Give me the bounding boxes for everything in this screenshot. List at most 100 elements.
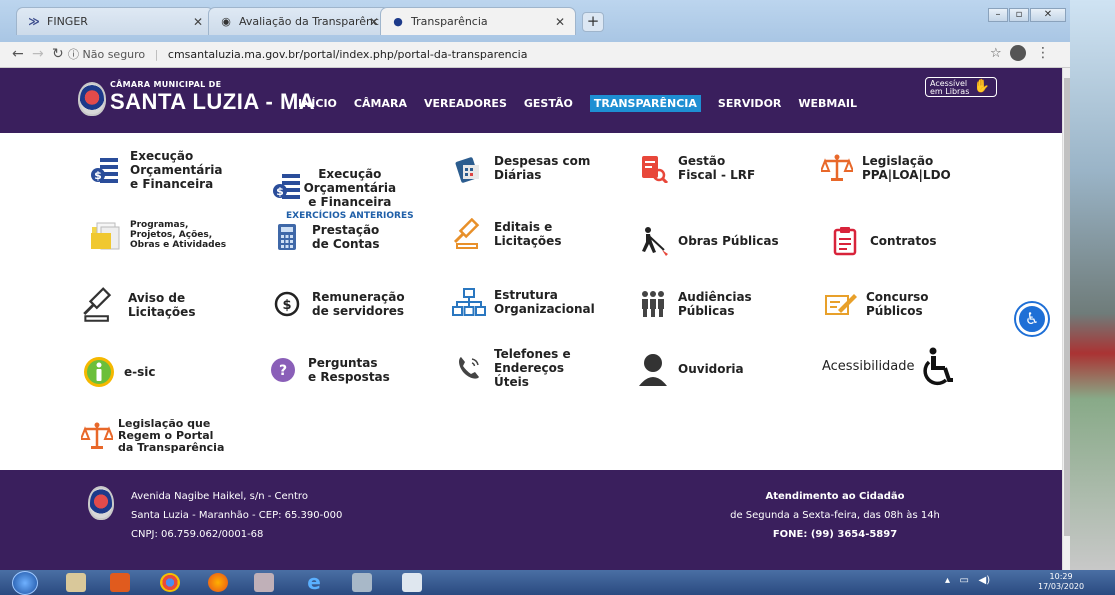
accessibility-widget-button[interactable]: ♿: [1016, 303, 1048, 335]
link-execucao-orcamentaria[interactable]: $ Execução Orçamentária e Financeira: [88, 149, 222, 191]
tab-label: Avaliação da Transparência dos: [239, 15, 379, 28]
link-acessibilidade[interactable]: Acessibilidade: [822, 347, 965, 387]
link-perguntas-respostas[interactable]: ? Perguntas e Respostas: [266, 353, 390, 387]
reload-icon[interactable]: ↻: [52, 46, 64, 62]
footer-address: Avenida Nagibe Haikel, s/n - Centro Sant…: [131, 487, 342, 544]
finger-favicon-icon: ≫: [28, 15, 40, 28]
item-line: Organizacional: [494, 302, 595, 316]
nav-camara[interactable]: CÂMARA: [354, 97, 407, 112]
link-execucao-anteriores[interactable]: $ Execução Orçamentária e Financeira EXE…: [270, 149, 414, 223]
gavel-outline-icon: [80, 285, 120, 325]
city-crest-logo[interactable]: [78, 82, 106, 116]
scales-icon: [820, 151, 854, 185]
link-contratos[interactable]: Contratos: [828, 224, 936, 258]
clock-time: 10:29: [1049, 572, 1073, 581]
menu-icon[interactable]: ⋮: [1036, 45, 1050, 61]
link-programas-projetos[interactable]: Programas, Projetos, Ações, Obras e Ativid…: [88, 218, 226, 252]
site-footer: Avenida Nagibe Haikel, s/n - Centro Sant…: [0, 470, 1062, 570]
file-explorer-icon[interactable]: [66, 573, 86, 592]
contact-title: Atendimento ao Cidadão: [765, 491, 905, 502]
account-icon[interactable]: [1010, 45, 1026, 61]
transparency-grid: $ Execução Orçamentária e Financeira $ Exe…: [0, 133, 1062, 470]
close-tab-icon[interactable]: ✕: [369, 15, 379, 29]
link-ouvidoria[interactable]: Ouvidoria: [636, 352, 744, 386]
document-pencil-icon: [824, 287, 858, 321]
libras-button[interactable]: Acessível em Libras ✋: [925, 77, 997, 97]
info-icon[interactable]: ⓘ: [68, 48, 79, 61]
internet-explorer-icon[interactable]: e: [304, 572, 324, 592]
item-line: Estrutura: [494, 288, 558, 302]
item-line: Telefones e: [494, 347, 571, 361]
item-line: Projetos, Ações,: [130, 230, 213, 240]
tab-label: Transparência: [411, 15, 488, 28]
contact-phone[interactable]: FONE: (99) 3654-5897: [773, 529, 897, 540]
forward-arrow-icon[interactable]: →: [32, 46, 44, 62]
maximize-button[interactable]: ▫: [1009, 8, 1029, 22]
item-line: Ouvidoria: [678, 362, 744, 376]
link-obras-publicas[interactable]: Obras Públicas: [636, 224, 779, 258]
address-line: Avenida Nagibe Haikel, s/n - Centro: [131, 491, 308, 502]
taskbar-clock[interactable]: 10:29 17/03/2020: [1038, 572, 1084, 592]
web-page: CÂMARA MUNICIPAL DE SANTA LUZIA - MA INÍ…: [0, 68, 1062, 570]
item-line: Gestão: [678, 154, 726, 168]
tab-avaliacao[interactable]: ◉ Avaliação da Transparência dos ✕: [208, 7, 390, 35]
sign-language-hands-icon: ✋: [973, 79, 990, 94]
paint-icon[interactable]: [254, 573, 274, 592]
link-estrutura-organizacional[interactable]: Estrutura Organizacional: [452, 285, 595, 319]
link-aviso-licitacoes[interactable]: Aviso de Licitações: [80, 285, 195, 325]
paint-palette-icon[interactable]: [352, 573, 372, 592]
page-scrollbar[interactable]: [1062, 68, 1070, 570]
chrome-icon[interactable]: [160, 573, 180, 592]
link-telefones-enderecos[interactable]: Telefones e Endereços Úteis: [452, 347, 571, 389]
item-line: Públicos: [866, 304, 923, 318]
logo-subtitle: CÂMARA MUNICIPAL DE: [110, 80, 222, 89]
clock-date: 17/03/2020: [1038, 582, 1085, 591]
close-tab-icon[interactable]: ✕: [193, 15, 203, 29]
scales-icon: [80, 419, 114, 453]
firefox-icon[interactable]: [208, 573, 228, 592]
close-tab-icon[interactable]: ✕: [555, 15, 565, 29]
system-tray[interactable]: ▴ ▭ ◀): [945, 575, 990, 586]
link-remuneracao-servidores[interactable]: $ Remuneração de servidores: [270, 287, 405, 321]
calculator-app-icon[interactable]: [402, 573, 422, 592]
svg-text:$: $: [276, 185, 284, 198]
close-window-button[interactable]: ✕: [1030, 8, 1066, 22]
nav-transparencia[interactable]: TRANSPARÊNCIA: [589, 95, 701, 112]
tab-label: FINGER: [47, 15, 88, 28]
minimize-button[interactable]: –: [988, 8, 1008, 22]
nav-webmail[interactable]: WEBMAIL: [798, 97, 857, 112]
person-headset-icon: [636, 352, 670, 386]
link-gestao-fiscal[interactable]: Gestão Fiscal - LRF: [636, 151, 755, 185]
link-despesas-diarias[interactable]: Despesas com Diárias: [452, 151, 590, 185]
link-editais-licitacoes[interactable]: Editais e Licitações: [452, 217, 561, 251]
new-tab-button[interactable]: +: [582, 12, 604, 32]
tab-transparencia[interactable]: ● Transparência ✕: [380, 7, 576, 35]
dollar-circle-icon: $: [270, 287, 304, 321]
back-arrow-icon[interactable]: ←: [12, 46, 24, 62]
svg-text:?: ?: [279, 363, 287, 379]
tab-finger[interactable]: ≫ FINGER ✕: [16, 7, 214, 35]
media-player-icon[interactable]: [110, 573, 130, 592]
nav-gestao[interactable]: GESTÃO: [524, 97, 573, 112]
url-field[interactable]: ⓘ Não seguro | cmsantaluzia.ma.gov.br/po…: [68, 46, 527, 62]
link-legislacao-ppa[interactable]: Legislação PPA|LOA|LDO: [820, 151, 951, 185]
svg-text:$: $: [282, 298, 291, 313]
nav-vereadores[interactable]: VEREADORES: [424, 97, 507, 112]
clipboard-icon: [828, 224, 862, 258]
folder-files-icon: [88, 218, 122, 252]
item-line: Licitações: [494, 234, 562, 248]
link-audiencias-publicas[interactable]: Audiências Públicas: [636, 287, 752, 321]
url-text: cmsantaluzia.ma.gov.br/portal/index.php/…: [167, 48, 528, 61]
link-legislacao-portal[interactable]: Legislação que Regem o Portal da Transparê…: [80, 418, 224, 454]
item-line: Execução: [318, 167, 382, 181]
link-concurso-publicos[interactable]: Concurso Públicos: [824, 287, 929, 321]
item-line: PPA|LOA|LDO: [862, 168, 951, 182]
logo-title[interactable]: SANTA LUZIA - MA: [110, 89, 315, 115]
link-esic[interactable]: e-sic: [82, 355, 156, 389]
nav-servidor[interactable]: SERVIDOR: [718, 97, 781, 112]
nav-inicio[interactable]: INÍCIO: [298, 97, 337, 112]
start-button[interactable]: [12, 571, 38, 595]
gavel-icon: [452, 217, 486, 251]
bookmark-star-icon[interactable]: ☆: [990, 46, 1002, 61]
link-prestacao-contas[interactable]: Prestação de Contas: [270, 220, 379, 254]
